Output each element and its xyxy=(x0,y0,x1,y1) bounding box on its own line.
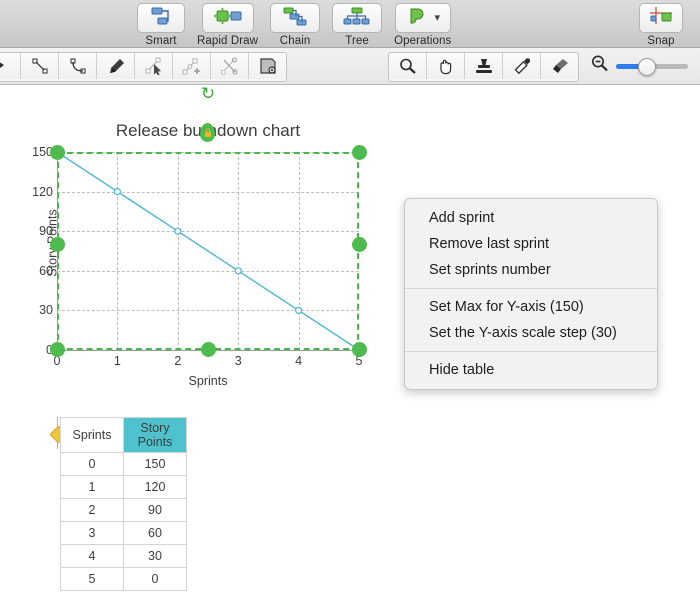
menu-item-hide-table[interactable]: Hide table xyxy=(405,357,657,383)
resize-handle-top-right[interactable] xyxy=(352,145,367,160)
top-toolbar: Smart Rapid Draw Chain Tree ▾ Operations… xyxy=(0,0,700,48)
node-select-icon[interactable] xyxy=(135,53,173,79)
x-tick-label-2: 2 xyxy=(174,354,182,368)
resize-handle-mid-left[interactable] xyxy=(50,237,65,252)
table-cell-story-points[interactable]: 30 xyxy=(123,544,187,568)
mask-tool-icon[interactable] xyxy=(249,53,286,79)
lock-icon xyxy=(204,128,211,137)
x-axis-label: Sprints xyxy=(188,374,228,388)
resize-handle-mid-right[interactable] xyxy=(352,237,367,252)
table-row[interactable]: 4 30 xyxy=(60,544,187,568)
resize-handle-top-center[interactable] xyxy=(200,123,215,142)
table-cell-sprint[interactable]: 4 xyxy=(60,544,124,568)
table-cell-sprint[interactable]: 3 xyxy=(60,521,124,545)
sprint-data-table[interactable]: Sprints Story Points 0 150 1 120 2 90 3 60 4 30 5 0 xyxy=(60,417,187,591)
menu-item-remove-last-sprint[interactable]: Remove last sprint xyxy=(405,231,657,257)
table-cell-story-points[interactable]: 150 xyxy=(123,452,187,476)
rapid-draw-button-face[interactable] xyxy=(201,3,254,33)
menu-item-add-sprint[interactable]: Add sprint xyxy=(405,205,657,231)
toolbar-label-tree: Tree xyxy=(345,35,369,47)
menu-item-set-y-axis-scale-step[interactable]: Set the Y-axis scale step (30) xyxy=(405,320,657,346)
table-cell-story-points[interactable]: 0 xyxy=(123,567,187,591)
y-tick-label-150: 150 xyxy=(32,145,53,159)
toolbar-label-rapid-draw: Rapid Draw xyxy=(197,35,259,47)
menu-separator-2 xyxy=(405,351,657,352)
table-cell-story-points[interactable]: 120 xyxy=(123,475,187,499)
hand-icon[interactable] xyxy=(427,53,465,79)
snap-button-face[interactable] xyxy=(639,3,683,33)
zoom-slider[interactable] xyxy=(616,57,688,76)
chain-icon xyxy=(279,6,311,31)
resize-handle-top-left[interactable] xyxy=(50,145,65,160)
curve-tool-icon[interactable] xyxy=(59,53,97,79)
x-tick-label-4: 4 xyxy=(295,354,303,368)
y-tick-label-120: 120 xyxy=(32,184,53,199)
zoom-out-icon[interactable] xyxy=(590,54,609,78)
toolbar-label-operations: Operations xyxy=(394,35,452,47)
tree-button-face[interactable] xyxy=(332,3,383,33)
table-cell-sprint[interactable]: 5 xyxy=(60,567,124,591)
toolbar-label-chain: Chain xyxy=(279,35,311,47)
table-header-row: Sprints Story Points xyxy=(60,417,187,453)
toolbar-button-smart[interactable]: Smart xyxy=(131,0,191,47)
zoom-control[interactable] xyxy=(590,54,688,78)
selection-rectangle xyxy=(57,152,359,350)
secondary-toolbar xyxy=(0,48,700,85)
menu-item-set-sprints-number[interactable]: Set sprints number xyxy=(405,257,657,283)
eyedropper-icon[interactable] xyxy=(503,53,541,79)
toolbar-button-snap[interactable]: Snap xyxy=(633,0,689,47)
rapid-draw-icon xyxy=(211,6,245,31)
context-menu[interactable]: Add sprint Remove last sprint Set sprint… xyxy=(404,198,658,390)
resize-handle-bottom-left[interactable] xyxy=(50,342,65,357)
x-tick-label-1: 1 xyxy=(113,354,121,368)
table-row[interactable]: 2 90 xyxy=(60,498,187,522)
view-tools-cluster xyxy=(388,52,579,82)
toolbar-button-tree[interactable]: Tree xyxy=(326,0,388,47)
table-row[interactable]: 0 150 xyxy=(60,452,187,476)
y-tick-label-30: 30 xyxy=(39,303,53,318)
toolbar-label-smart: Smart xyxy=(145,35,177,47)
table-row[interactable]: 50 xyxy=(60,567,187,591)
top-toolbar-main-group: Smart Rapid Draw Chain Tree ▾ Operations xyxy=(131,0,457,47)
tool-partial-left[interactable] xyxy=(0,53,21,79)
cut-path-icon[interactable] xyxy=(211,53,249,79)
operations-button-face[interactable]: ▾ xyxy=(394,3,451,33)
table-header-story-points[interactable]: Story Points xyxy=(123,417,187,453)
smart-connector-icon xyxy=(146,6,176,31)
stamp-icon[interactable] xyxy=(465,53,503,79)
table-cell-story-points[interactable]: 60 xyxy=(123,521,187,545)
menu-item-set-max-y-axis[interactable]: Set Max for Y-axis (150) xyxy=(405,294,657,320)
canvas-area[interactable]: Release burndown chart 150 120 90 60 30 … xyxy=(0,85,700,598)
menu-separator-1 xyxy=(405,288,657,289)
drawing-tools-cluster xyxy=(0,52,287,82)
pen-tool-icon[interactable] xyxy=(97,53,135,79)
rotate-icon[interactable]: ↻ xyxy=(199,85,217,103)
x-tick-label-3: 3 xyxy=(234,354,242,368)
chain-button-face[interactable] xyxy=(270,3,321,33)
table-cell-sprint[interactable]: 1 xyxy=(60,475,124,499)
table-cell-sprint[interactable]: 0 xyxy=(60,452,124,476)
table-row[interactable]: 3 60 xyxy=(60,521,187,545)
table-cell-sprint[interactable]: 2 xyxy=(60,498,124,522)
tree-icon xyxy=(341,6,373,31)
toolbar-button-rapid-draw[interactable]: Rapid Draw xyxy=(191,0,264,47)
table-header-sprints[interactable]: Sprints xyxy=(60,417,124,453)
operations-icon xyxy=(405,6,429,31)
magnifier-icon[interactable] xyxy=(389,53,427,79)
toolbar-button-operations[interactable]: ▾ Operations xyxy=(388,0,457,47)
resize-handle-bottom-center[interactable] xyxy=(201,342,216,357)
toolbar-label-snap: Snap xyxy=(647,35,675,47)
chevron-down-icon[interactable]: ▾ xyxy=(434,13,440,24)
table-cell-story-points[interactable]: 90 xyxy=(123,498,187,522)
toolbar-button-chain[interactable]: Chain xyxy=(264,0,326,47)
resize-handle-bottom-right[interactable] xyxy=(352,342,367,357)
table-row[interactable]: 1 120 xyxy=(60,475,187,499)
snap-icon xyxy=(648,6,674,31)
zoom-slider-knob[interactable] xyxy=(638,57,656,76)
smart-button-face[interactable] xyxy=(137,3,185,33)
line-tool-icon[interactable] xyxy=(21,53,59,79)
paintbrush-icon[interactable] xyxy=(541,53,578,79)
add-node-icon[interactable] xyxy=(173,53,211,79)
